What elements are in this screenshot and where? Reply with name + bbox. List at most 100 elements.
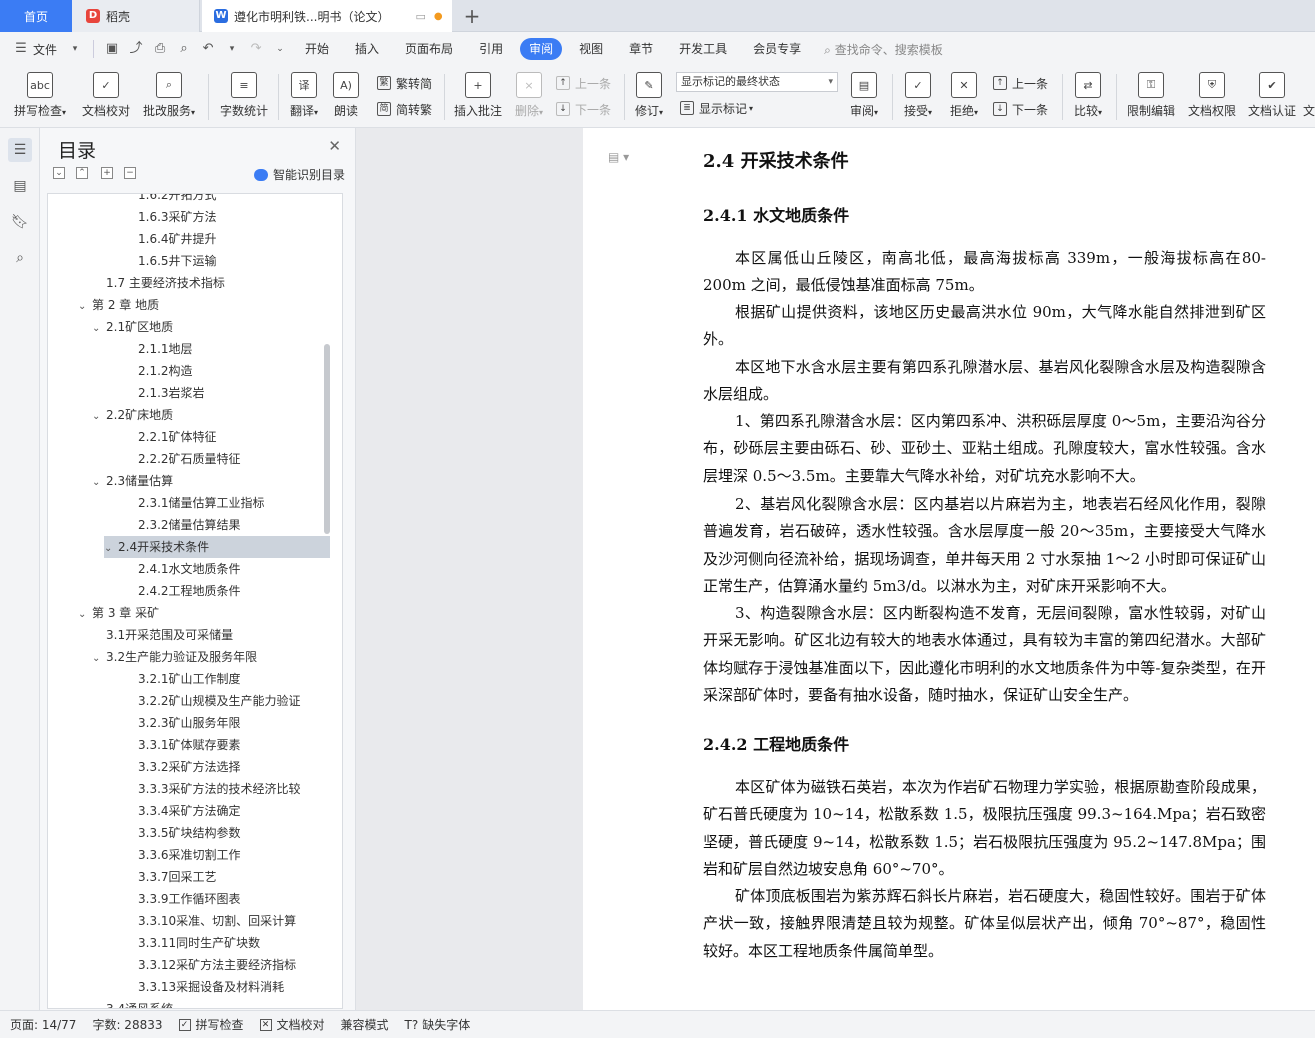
menu-file[interactable]: 文件 <box>33 41 57 58</box>
file-dropdown-icon[interactable]: ▾ <box>66 41 84 57</box>
page-options-icon[interactable]: ▤ ▾ <box>608 150 629 164</box>
tab-home[interactable]: 首页 <box>0 0 72 32</box>
prev-change-button[interactable]: ↑ 上一条 <box>993 72 1048 94</box>
toc-item[interactable]: 3.3.5矿块结构参数 <box>138 822 241 844</box>
restrict-edit-button[interactable]: ⚿ 限制编辑 <box>1122 70 1180 124</box>
toc-item[interactable]: 3.2.1矿山工作制度 <box>138 668 241 690</box>
find-icon[interactable]: ⌕ <box>8 246 32 270</box>
toc-item[interactable]: 2.1.3岩浆岩 <box>138 382 205 404</box>
command-search[interactable]: ⌕ 查找命令、搜索模板 <box>814 41 943 58</box>
toc-item[interactable]: 3.2.2矿山规模及生产能力验证 <box>138 690 301 712</box>
review-service-button[interactable]: ⌕ 批改服务▾ <box>138 70 200 124</box>
toc-item[interactable]: 3.3.2采矿方法选择 <box>138 756 241 778</box>
bookmark-icon[interactable]: 🔖︎ <box>8 210 32 234</box>
proofread-toggle[interactable]: ✕ 文档校对 <box>259 1016 325 1033</box>
toc-item[interactable]: 3.3.7回采工艺 <box>138 866 217 888</box>
hamburger-icon[interactable]: ☰ <box>12 41 30 57</box>
chevron-down-icon[interactable]: ⌄ <box>92 318 106 340</box>
new-tab-button[interactable]: + <box>458 0 486 32</box>
chevron-down-icon[interactable]: ⌄ <box>78 296 92 318</box>
translate-button[interactable]: 译翻译▾ <box>284 70 324 124</box>
delete-comment-button[interactable]: × 删除▾ <box>510 70 548 124</box>
toc-item[interactable]: 3.3.4采矿方法确定 <box>138 800 241 822</box>
toc-pane-icon[interactable]: ☰ <box>8 138 32 162</box>
doc-cert-button[interactable]: ✔ 文档认证 <box>1243 70 1301 124</box>
revise-button[interactable]: ✎ 修订▾ <box>630 70 668 124</box>
simp-to-trad-button[interactable]: 简简转繁 <box>377 98 432 120</box>
menu-review[interactable]: 审阅 <box>520 38 563 60</box>
toc-item[interactable]: 3.3.9工作循环图表 <box>138 888 241 910</box>
remove-level-icon[interactable]: − <box>124 167 136 179</box>
chevron-down-icon[interactable]: ⌄ <box>92 648 106 670</box>
toc-item[interactable]: ⌄ 2.4开采技术条件 <box>104 536 330 558</box>
menu-insert[interactable]: 插入 <box>342 38 392 60</box>
toc-item[interactable]: 1.7 主要经济技术指标 <box>106 272 225 294</box>
menu-member[interactable]: 会员专享 <box>740 38 814 60</box>
menu-layout[interactable]: 页面布局 <box>392 38 466 60</box>
show-markup-button[interactable]: ≣ 显示标记 ▾ <box>680 97 753 119</box>
toc-item[interactable]: ⌄ 3.2生产能力验证及服务年限 <box>92 646 257 668</box>
insert-comment-button[interactable]: + 插入批注 <box>450 70 506 124</box>
missing-font-button[interactable]: T? 缺失字体 <box>405 1016 471 1033</box>
toc-item[interactable]: 3.2.3矿山服务年限 <box>138 712 241 734</box>
toc-item[interactable]: 2.2.1矿体特征 <box>138 426 217 448</box>
menu-reference[interactable]: 引用 <box>466 38 516 60</box>
page-indicator[interactable]: 页面: 14/77 <box>10 1016 76 1033</box>
more-quick-icon[interactable]: ⌄ <box>271 41 289 57</box>
collapse-all-icon[interactable]: ⌃ <box>76 167 88 179</box>
prev-comment-button[interactable]: ↑ 上一条 <box>556 72 611 94</box>
toc-item[interactable]: 1.6.2开拓方式 <box>138 194 217 206</box>
toc-item[interactable]: 2.4.2工程地质条件 <box>138 580 241 602</box>
toc-item[interactable]: 2.2.2矿石质量特征 <box>138 448 241 470</box>
smart-toc-button[interactable]: 智能识别目录 <box>253 166 345 183</box>
toc-item[interactable]: ⌄ 2.3储量估算 <box>92 470 173 492</box>
toc-item[interactable]: 3.3.12采矿方法主要经济指标 <box>138 954 296 976</box>
spellcheck-toggle[interactable]: ✓ 拼写检查 <box>178 1016 244 1033</box>
redo-icon[interactable]: ↷ <box>247 41 265 57</box>
trad-to-simp-button[interactable]: 繁繁转简 <box>377 72 432 94</box>
toc-item[interactable]: 3.3.10采准、切割、回采计算 <box>138 910 296 932</box>
wordcount-button[interactable]: ≡ 字数统计 <box>216 70 272 124</box>
chevron-down-icon[interactable]: ⌄ <box>78 604 92 626</box>
toc-item[interactable]: 3.3.11同时生产矿块数 <box>138 932 260 954</box>
reject-button[interactable]: ✕ 拒绝▾ <box>944 70 984 124</box>
toc-item[interactable]: 3.4通风系统 <box>106 998 173 1008</box>
more-ribbon-button[interactable]: 文 <box>1303 70 1315 124</box>
toc-item[interactable]: 2.1.2构造 <box>138 360 193 382</box>
toc-item[interactable]: 3.3.1矿体赋存要素 <box>138 734 241 756</box>
spellcheck-button[interactable]: abc 拼写检查▾ <box>8 70 72 124</box>
monitor-icon[interactable]: ▭ <box>415 10 425 23</box>
accept-button[interactable]: ✓ 接受▾ <box>898 70 938 124</box>
print-icon[interactable]: ⎙ <box>151 41 169 57</box>
toc-item[interactable]: 2.1.1地层 <box>138 338 193 360</box>
toc-item[interactable]: 2.4.1水文地质条件 <box>138 558 241 580</box>
toc-item[interactable]: 2.3.2储量估算结果 <box>138 514 241 536</box>
undo-icon[interactable]: ↶ <box>199 41 217 57</box>
toc-scrollbar[interactable] <box>324 344 330 534</box>
tab-document[interactable]: W 遵化市明利铁...明书（论文） ▭ ● <box>202 0 452 32</box>
toc-item[interactable]: 3.3.3采矿方法的技术经济比较 <box>138 778 301 800</box>
markup-mode-select[interactable]: 显示标记的最终状态 ▾ <box>676 72 838 92</box>
menu-view[interactable]: 视图 <box>566 38 616 60</box>
next-comment-button[interactable]: ↓ 下一条 <box>556 98 611 120</box>
chevron-down-icon[interactable]: ⌄ <box>92 406 106 428</box>
menu-developer[interactable]: 开发工具 <box>666 38 740 60</box>
chevron-down-icon[interactable]: ⌄ <box>104 538 118 560</box>
toc-item[interactable]: ⌄ 第 2 章 地质 <box>78 294 159 316</box>
toc-item[interactable]: ⌄ 2.2矿床地质 <box>92 404 173 426</box>
toc-item[interactable]: 3.1开采范围及可采储量 <box>106 624 233 646</box>
chapter-nav-icon[interactable]: ▤ <box>8 174 32 198</box>
doc-permission-button[interactable]: ⛨ 文档权限 <box>1183 70 1241 124</box>
add-level-icon[interactable]: + <box>101 167 113 179</box>
print-preview-icon[interactable]: ⌕ <box>175 41 193 57</box>
export-icon[interactable]: ⤴ <box>127 41 145 57</box>
toc-item[interactable]: 2.3.1储量估算工业指标 <box>138 492 265 514</box>
tab-daoke[interactable]: D 稻壳 <box>72 0 200 32</box>
expand-all-icon[interactable]: ⌄ <box>53 167 65 179</box>
menu-section[interactable]: 章节 <box>616 38 666 60</box>
toc-item[interactable]: 3.3.6采准切割工作 <box>138 844 241 866</box>
compare-button[interactable]: ⇄ 比较▾ <box>1068 70 1108 124</box>
undo-dropdown-icon[interactable]: ▾ <box>223 41 241 57</box>
toc-item[interactable]: ⌄ 第 3 章 采矿 <box>78 602 159 624</box>
toc-item[interactable]: 1.6.5井下运输 <box>138 250 217 272</box>
